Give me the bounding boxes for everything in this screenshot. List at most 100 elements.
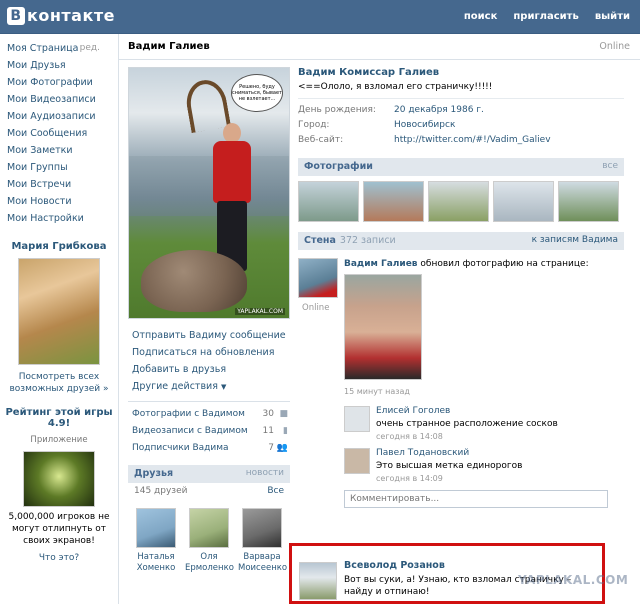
wall-section-header[interactable]: Стена 372 записи к записям Вадима (298, 232, 624, 250)
wall-title: Стена 372 записи (304, 235, 396, 246)
avatar-jacket (213, 141, 251, 203)
post-action-text: обновил фотографию на странице: (420, 259, 589, 269)
sidebar-item-settings[interactable]: Мои Настройки (0, 210, 118, 227)
info-row-birthday: День рождения: 20 декабря 1986 г. (298, 103, 624, 118)
game-rating-title[interactable]: Рейтинг этой игры 4.9! (0, 407, 118, 429)
add-friend-link[interactable]: Добавить в друзья (128, 361, 290, 378)
friends-section-header[interactable]: Друзья новости (128, 465, 290, 483)
stat-label: Видеозаписи с Вадимом (132, 426, 248, 436)
photos-with-user-link[interactable]: Фотографии с Вадимом 30 ■ (128, 406, 290, 423)
highlighted-author-name[interactable]: Всеволод Розанов (344, 560, 445, 571)
photo-thumbnail[interactable] (558, 181, 619, 222)
photo-thumbnail[interactable] (428, 181, 489, 222)
comment-time[interactable]: сегодня в 14:08 (376, 432, 443, 441)
commenter-avatar[interactable] (344, 448, 370, 474)
friends-news-link[interactable]: новости (246, 468, 284, 478)
profile-full-name: Вадим Комиссар Галиев (298, 67, 440, 78)
sidebar-item-audios[interactable]: Мои Аудиозаписи (0, 108, 118, 125)
stat-count: 11 (262, 426, 274, 436)
friend-name[interactable]: Наталья Хоменко (132, 552, 180, 574)
edit-link[interactable]: ред. (80, 40, 100, 57)
friend-photo[interactable] (242, 508, 282, 548)
comment-input[interactable]: Комментировать... (344, 490, 608, 508)
post-author-name[interactable]: Вадим Галиев (344, 259, 418, 269)
suggested-friend-photo[interactable] (18, 258, 100, 365)
video-icon: ▮ (283, 426, 288, 436)
top-nav: поиск пригласить выйти (464, 11, 630, 22)
followers-link[interactable]: Подписчики Вадима 7 👥 (128, 440, 290, 457)
see-all-suggestions-link[interactable]: Посмотреть всех возможных друзей » (0, 371, 118, 395)
what-is-this-link[interactable]: Что это? (0, 553, 118, 563)
profile-left-column: Решено, буду сниматься, бывает не взлета… (128, 67, 290, 574)
comment-time[interactable]: сегодня в 14:09 (376, 474, 443, 483)
sidebar-item-friends[interactable]: Мои Друзья (0, 57, 118, 74)
sidebar-item-events[interactable]: Мои Встречи (0, 176, 118, 193)
post-author-avatar[interactable] (298, 258, 338, 298)
sidebar-item-label: Моя Страница (7, 43, 79, 54)
comment: Павел Тодановский Это высшая метка едино… (344, 448, 624, 484)
other-actions-link[interactable]: Другие действия ▼ (128, 378, 290, 395)
profile-main: Вадим Галиев Online Решено, буду снимать… (118, 34, 640, 604)
post-photo[interactable] (344, 274, 422, 380)
commenter-name[interactable]: Елисей Гоголев (376, 406, 450, 416)
profile-status[interactable]: <==Ололо, я взломал его страничку!!!!! (298, 82, 624, 92)
info-row-city: Город: Новосибирск (298, 118, 624, 133)
game-ad-image[interactable] (23, 451, 95, 507)
nav-logout-link[interactable]: выйти (595, 11, 630, 22)
sidebar-item-notes[interactable]: Мои Заметки (0, 142, 118, 159)
photo-thumbnail[interactable] (493, 181, 554, 222)
sidebar-menu: Моя Страница ред. Мои Друзья Мои Фотогра… (0, 34, 118, 227)
friend-photo[interactable] (189, 508, 229, 548)
profile-right-column: Вадим Комиссар Галиев <==Ололо, я взлома… (298, 67, 624, 508)
friends-title: Друзья (134, 468, 174, 479)
friend-last-name: Моисеенко (238, 563, 288, 573)
friend-first-name: Оля (200, 552, 218, 562)
friend-name[interactable]: Варвара Моисеенко (238, 552, 288, 574)
subscribe-link[interactable]: Подписаться на обновления (128, 344, 290, 361)
sidebar-item-photos[interactable]: Мои Фотографии (0, 74, 118, 91)
commenter-avatar[interactable] (344, 406, 370, 432)
logo-letter: В (7, 6, 25, 25)
send-message-link[interactable]: Отправить Вадиму сообщение (128, 327, 290, 344)
info-label: День рождения: (298, 105, 376, 115)
sidebar-item-groups[interactable]: Мои Группы (0, 159, 118, 176)
friend-card[interactable]: Варвара Моисеенко (238, 508, 288, 574)
friend-name[interactable]: Оля Ермоленко (185, 552, 234, 574)
nav-invite-link[interactable]: пригласить (513, 11, 578, 22)
commenter-name[interactable]: Павел Тодановский (376, 448, 469, 458)
post-timestamp[interactable]: 15 минут назад (344, 387, 410, 396)
nav-search-link[interactable]: поиск (464, 11, 498, 22)
photo-thumbnail[interactable] (298, 181, 359, 222)
stat-label: Фотографии с Вадимом (132, 409, 245, 419)
friend-card[interactable]: Оля Ермоленко (185, 508, 234, 574)
friends-count: 145 друзей (134, 486, 188, 496)
photo-thumbnail[interactable] (363, 181, 424, 222)
stat-label: Подписчики Вадима (132, 443, 229, 453)
friend-card[interactable]: Наталья Хоменко (132, 508, 180, 574)
highlighted-author-avatar[interactable] (299, 562, 337, 600)
logo-text: контакте (27, 6, 115, 25)
sidebar-item-my-page[interactable]: Моя Страница ред. (0, 40, 118, 57)
stat-count: 7 (268, 443, 274, 453)
friends-all-link[interactable]: Все (267, 483, 284, 500)
friend-photo[interactable] (136, 508, 176, 548)
site-watermark: YAPLAKAL.COM (518, 573, 629, 587)
birthday-value[interactable]: 20 декабря 1986 г. (394, 103, 484, 118)
videos-with-user-link[interactable]: Видеозаписи с Вадимом 11 ▮ (128, 423, 290, 440)
suggested-friend-name[interactable]: Мария Грибкова (0, 241, 118, 252)
avatar-speech-bubble: Решено, буду сниматься, бывает не взлета… (231, 74, 283, 112)
photos-section-header[interactable]: Фотографии все (298, 158, 624, 176)
profile-header: Вадим Галиев Online (119, 34, 640, 60)
wall-records-link[interactable]: к записям Вадима (532, 235, 618, 245)
sidebar-item-news[interactable]: Мои Новости (0, 193, 118, 210)
sidebar-item-videos[interactable]: Мои Видеозаписи (0, 91, 118, 108)
profile-avatar[interactable]: Решено, буду сниматься, бывает не взлета… (128, 67, 290, 319)
post-header: Вадим Галиев обновил фотографию на стран… (344, 259, 589, 269)
vk-logo[interactable]: В контакте (7, 6, 115, 25)
photos-all-link[interactable]: все (602, 161, 618, 171)
sidebar-item-messages[interactable]: Мои Сообщения (0, 125, 118, 142)
website-link[interactable]: http://twitter.com/#!/Vadim_Galiev (394, 133, 551, 148)
city-value[interactable]: Новосибирск (394, 118, 455, 133)
info-label: Веб-сайт: (298, 135, 344, 145)
friends-count-row: 145 друзей Все (128, 483, 290, 500)
